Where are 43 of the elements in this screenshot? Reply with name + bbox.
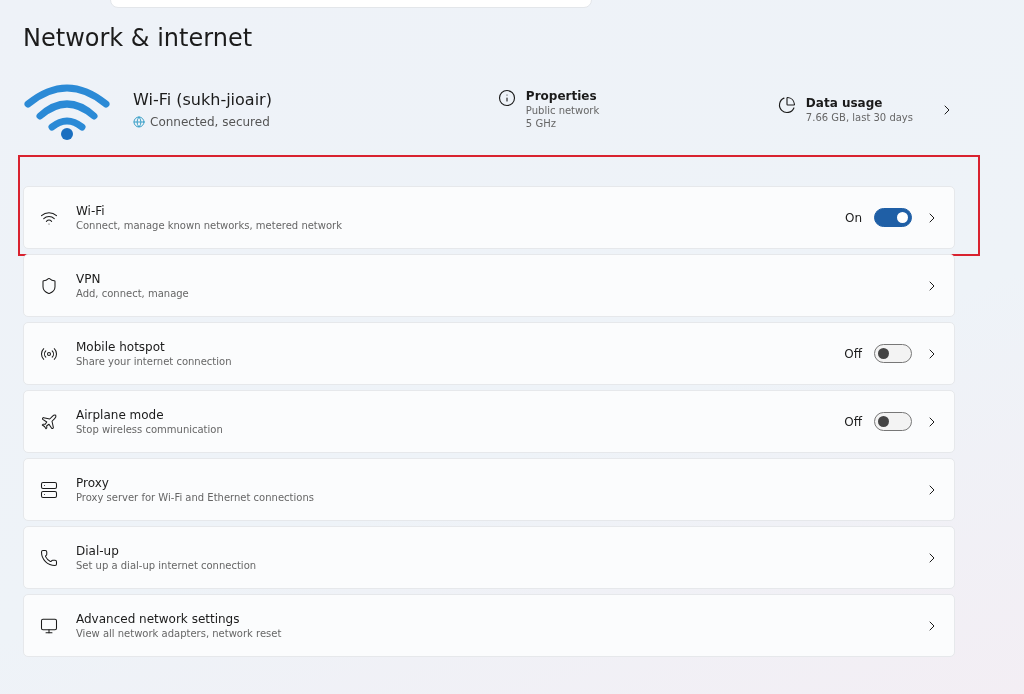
toggle-state-label: On [844, 210, 862, 225]
property-value: 5 GHz [525, 118, 557, 129]
properties-link[interactable]: Properties [525, 89, 600, 103]
settings-row[interactable]: Wi-Fi Connect, manage known networks, metered network On [23, 186, 955, 249]
toggle-switch[interactable] [874, 412, 912, 431]
row-subtitle: Add, connect, manage [76, 288, 190, 299]
connection-status: Connected, secured [150, 114, 270, 129]
pie-chart-icon[interactable] [777, 95, 796, 114]
globe-icon [133, 115, 145, 128]
toggle-state-label: Off [844, 346, 862, 361]
data-usage-link[interactable]: Data usage [805, 95, 913, 110]
row-subtitle: Share your internet connection [76, 356, 233, 367]
data-usage-detail: 7.66 GB, last 30 days [805, 111, 913, 123]
row-title: Wi-Fi [76, 204, 106, 218]
settings-row[interactable]: Proxy Proxy server for Wi-Fi and Ethernet connections [23, 458, 955, 521]
row-title: Mobile hotspot [76, 340, 166, 354]
toggle-switch[interactable] [874, 344, 912, 363]
row-subtitle: Set up a dial-up internet connection [76, 560, 258, 571]
settings-row[interactable]: VPN Add, connect, manage [23, 254, 955, 317]
settings-row[interactable]: Dial-up Set up a dial-up internet connection [23, 526, 955, 589]
row-title: Advanced network settings [76, 612, 241, 626]
shield-icon [40, 276, 58, 295]
row-subtitle: Connect, manage known networks, metered network [76, 220, 343, 231]
info-icon[interactable] [497, 89, 516, 107]
toggle-state-label: Off [844, 414, 862, 429]
property-value: Public network [525, 105, 600, 116]
server-icon [40, 480, 58, 499]
phone-icon [40, 548, 58, 567]
row-title: Dial-up [76, 544, 120, 558]
settings-row[interactable]: Mobile hotspot Share your internet connection Off [23, 322, 955, 385]
row-subtitle: View all network adapters, network reset [76, 628, 283, 639]
page-title: Network & internet [23, 24, 254, 52]
toggle-switch[interactable] [874, 208, 912, 227]
airplane-icon [40, 412, 58, 431]
network-name: Wi-Fi (sukh-jioair) [133, 89, 273, 109]
monitor-icon [40, 616, 58, 635]
settings-row[interactable]: Airplane mode Stop wireless communication Off [23, 390, 955, 453]
row-title: Proxy [76, 476, 110, 490]
settings-row[interactable]: Advanced network settings View all network adapters, network reset [23, 594, 955, 657]
row-title: Airplane mode [76, 408, 165, 422]
row-subtitle: Proxy server for Wi-Fi and Ethernet connections [76, 492, 315, 503]
row-title: VPN [76, 272, 102, 286]
row-subtitle: Stop wireless communication [76, 424, 224, 435]
